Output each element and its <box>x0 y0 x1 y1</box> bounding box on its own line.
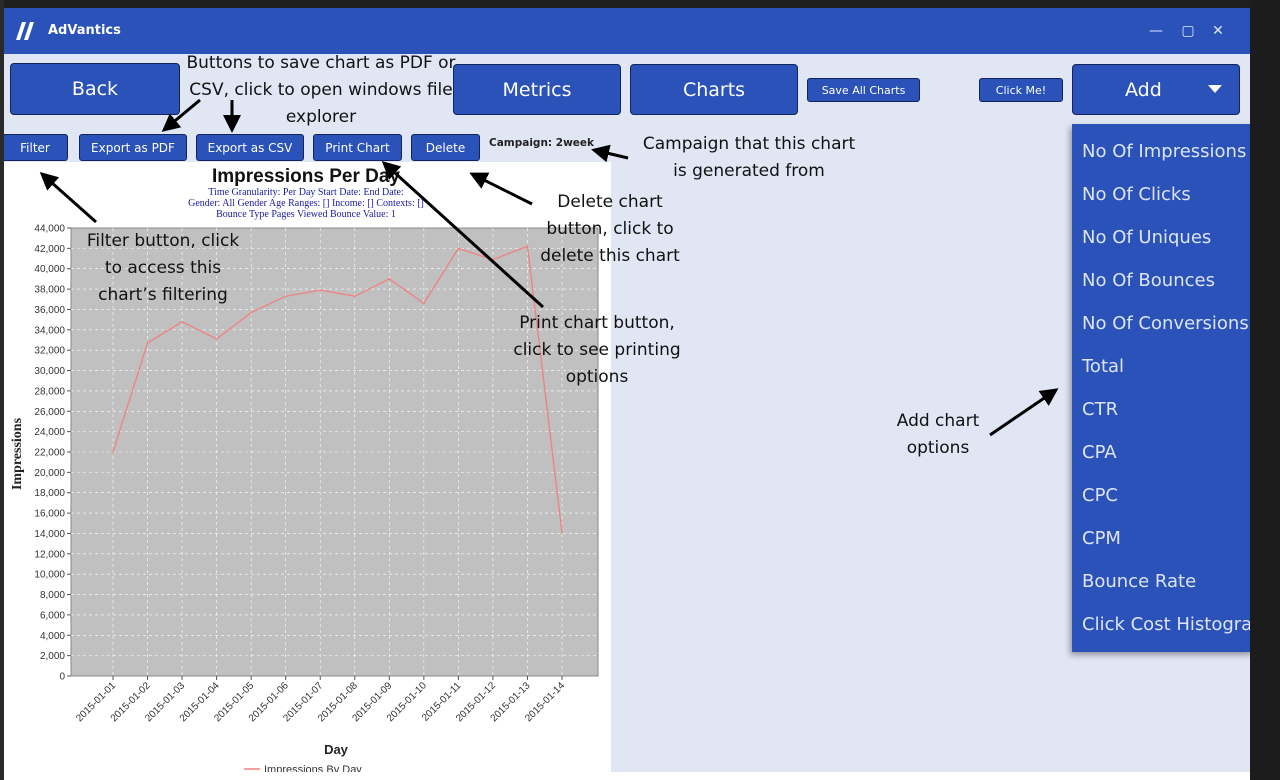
data-point <box>457 247 460 250</box>
y-tick-label: 0 <box>59 672 65 683</box>
legend-label: Impressions By Day <box>264 764 362 772</box>
app-title: AdVantics <box>48 23 121 38</box>
data-point <box>319 289 322 291</box>
menu-item-bounces[interactable]: No Of Bounces <box>1072 259 1250 302</box>
y-tick-label: 12,000 <box>34 549 65 560</box>
caret-down-icon <box>1207 85 1222 93</box>
annotation-export-buttons: Buttons to save chart as PDF or CSV, cli… <box>186 53 456 127</box>
menu-item-cpc[interactable]: CPC <box>1072 474 1250 517</box>
title-bar[interactable]: AdVantics — ▢ ✕ <box>4 8 1250 54</box>
y-tick-label: 14,000 <box>34 529 65 540</box>
y-tick-label: 6,000 <box>40 610 65 621</box>
click-me-button[interactable]: Click Me! <box>979 78 1063 102</box>
maximize-button[interactable]: ▢ <box>1176 20 1200 42</box>
data-point <box>181 320 183 323</box>
y-tick-label: 28,000 <box>34 386 65 397</box>
add-chart-menu: No Of Impressions No Of Clicks No Of Uni… <box>1072 124 1250 652</box>
data-point <box>215 338 218 340</box>
y-tick-label: 18,000 <box>34 488 65 499</box>
menu-item-cpa[interactable]: CPA <box>1072 431 1250 474</box>
app-logo-icon <box>16 22 34 40</box>
data-point <box>388 278 391 280</box>
y-tick-label: 44,000 <box>34 224 65 235</box>
chart-title: Impressions Per Day <box>212 166 400 187</box>
y-tick-label: 4,000 <box>40 631 65 642</box>
y-tick-label: 22,000 <box>34 448 65 459</box>
desktop-top-edge <box>0 0 1280 8</box>
menu-item-click-cost-histogram[interactable]: Click Cost Histogram <box>1072 603 1250 646</box>
chart-subtitle-line-2: Gender: All Gender Age Ranges: [] Income… <box>188 198 424 209</box>
y-tick-label: 26,000 <box>34 407 65 418</box>
add-dropdown-button[interactable]: Add <box>1072 64 1240 115</box>
campaign-label: Campaign: 2week <box>489 137 595 149</box>
print-chart-button[interactable]: Print Chart <box>313 134 402 161</box>
data-point <box>284 295 287 297</box>
data-point <box>492 258 494 261</box>
menu-item-impressions[interactable]: No Of Impressions <box>1072 130 1250 173</box>
chart-subtitle-line-1: Time Granularity: Per Day Start Date: En… <box>208 187 403 198</box>
add-label: Add <box>1125 78 1162 101</box>
back-button[interactable]: Back <box>10 63 180 115</box>
menu-item-ctr[interactable]: CTR <box>1072 388 1250 431</box>
y-tick-label: 8,000 <box>40 590 65 601</box>
annotation-add-menu: Add chart options <box>896 411 980 458</box>
y-tick-label: 36,000 <box>34 305 65 316</box>
data-point <box>561 531 563 534</box>
data-point <box>423 302 425 305</box>
menu-item-uniques[interactable]: No Of Uniques <box>1072 216 1250 259</box>
menu-item-bounce-rate[interactable]: Bounce Rate <box>1072 560 1250 603</box>
menu-item-clicks[interactable]: No Of Clicks <box>1072 173 1250 216</box>
y-tick-label: 42,000 <box>34 244 65 255</box>
y-tick-label: 10,000 <box>34 570 65 581</box>
menu-item-total[interactable]: Total <box>1072 345 1250 388</box>
minimize-button[interactable]: — <box>1144 20 1168 42</box>
y-axis-label: Impressions <box>10 417 25 490</box>
filter-button[interactable]: Filter <box>4 134 68 161</box>
data-point <box>354 295 356 297</box>
annotation-delete-button: Delete chart button, click to delete thi… <box>540 192 680 266</box>
delete-button[interactable]: Delete <box>411 134 480 161</box>
y-tick-label: 32,000 <box>34 346 65 357</box>
export-csv-button[interactable]: Export as CSV <box>196 134 304 161</box>
close-button[interactable]: ✕ <box>1206 20 1230 42</box>
menu-item-cpm[interactable]: CPM <box>1072 517 1250 560</box>
y-tick-label: 38,000 <box>34 285 65 296</box>
annotation-print-button: Print chart button, click to see printin… <box>513 313 681 387</box>
export-pdf-button[interactable]: Export as PDF <box>79 134 187 161</box>
x-axis-label: Day <box>324 742 349 757</box>
y-tick-label: 34,000 <box>34 325 65 336</box>
annotation-campaign: Campaign that this chart is generated fr… <box>642 134 856 181</box>
save-all-charts-button[interactable]: Save All Charts <box>807 78 920 102</box>
y-tick-label: 30,000 <box>34 366 65 377</box>
data-point <box>146 342 149 344</box>
chart-subtitle-line-3: Bounce Type Pages Viewed Bounce Value: 1 <box>216 209 396 220</box>
y-tick-label: 2,000 <box>40 651 65 662</box>
y-tick-label: 20,000 <box>34 468 65 479</box>
metrics-button[interactable]: Metrics <box>453 64 621 115</box>
menu-item-conversions[interactable]: No Of Conversions <box>1072 302 1250 345</box>
data-point <box>112 451 114 453</box>
desktop-right-panel <box>1250 0 1280 780</box>
y-tick-label: 40,000 <box>34 264 65 275</box>
annotation-filter-button: Filter button, click to access this char… <box>86 231 240 305</box>
data-point <box>250 311 252 314</box>
y-tick-label: 24,000 <box>34 427 65 438</box>
y-tick-label: 16,000 <box>34 509 65 520</box>
charts-button[interactable]: Charts <box>630 64 798 115</box>
